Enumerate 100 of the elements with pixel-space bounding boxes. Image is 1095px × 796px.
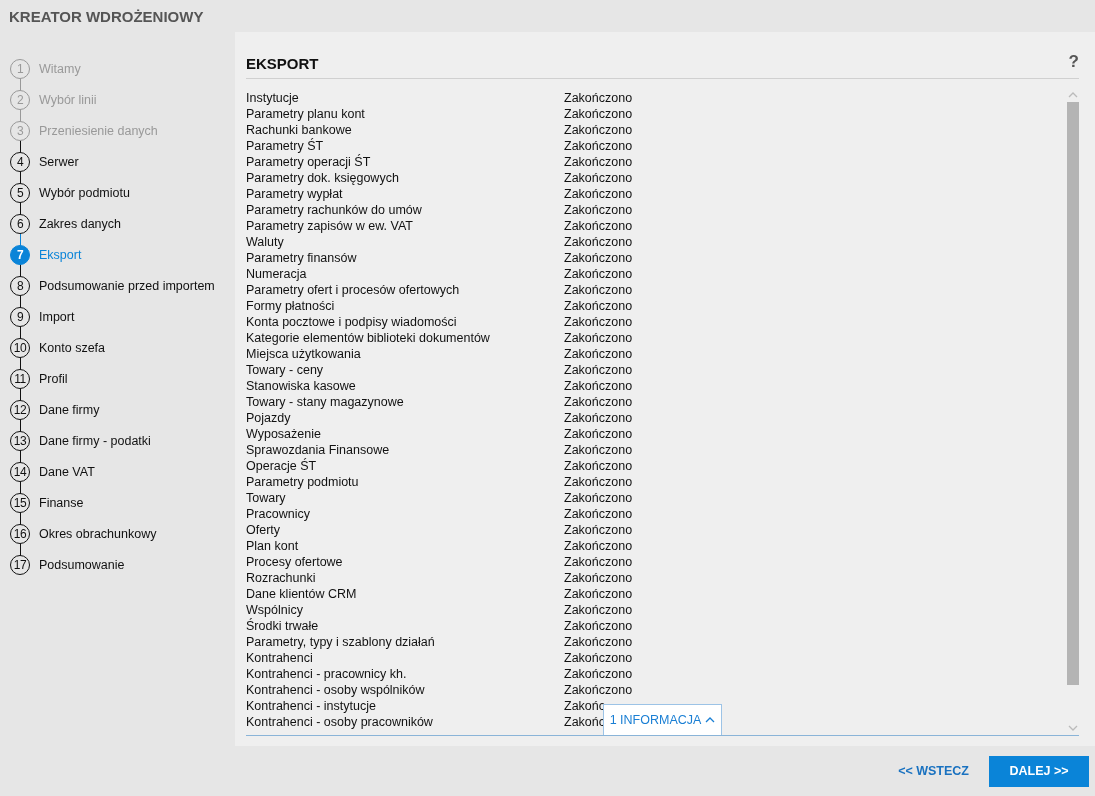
export-item-status: Zakończono bbox=[564, 395, 633, 409]
scroll-up-icon[interactable] bbox=[1068, 92, 1078, 98]
export-item-status: Zakończono bbox=[564, 475, 633, 489]
export-item-name: Parametry rachunków do umów bbox=[246, 203, 423, 217]
export-item-name: Miejsca użytkowania bbox=[246, 347, 362, 361]
export-item-name: Parametry finansów bbox=[246, 251, 358, 265]
export-item-name: Parametry dok. księgowych bbox=[246, 171, 400, 185]
export-item-status: Zakończono bbox=[564, 171, 633, 185]
step-label[interactable]: Podsumowanie przed importem bbox=[39, 278, 215, 293]
export-item-name: Środki trwałe bbox=[246, 619, 320, 633]
scroll-down-icon[interactable] bbox=[1068, 725, 1078, 731]
export-item-status: Zakończono bbox=[564, 491, 633, 505]
step-number: 9 bbox=[10, 306, 30, 327]
export-item-status: Zakończono bbox=[564, 363, 633, 377]
export-item-status: Zakończono bbox=[564, 251, 633, 265]
export-item-name: Towary - ceny bbox=[246, 363, 325, 377]
export-item-name: Towary bbox=[246, 491, 287, 505]
panel-title: EKSPORT bbox=[246, 53, 319, 72]
export-item-name: Numeracja bbox=[246, 267, 308, 281]
step-label[interactable]: Wybór podmiotu bbox=[39, 185, 130, 200]
step-number: 2 bbox=[10, 89, 30, 110]
step-label[interactable]: Konto szefa bbox=[39, 340, 105, 355]
step-number: 13 bbox=[10, 430, 30, 451]
export-item-status: Zakończono bbox=[564, 219, 633, 233]
help-button[interactable]: ? bbox=[1068, 38, 1079, 72]
step-number: 8 bbox=[10, 275, 30, 296]
export-item-status: Zakończono bbox=[564, 155, 633, 169]
step-number: 16 bbox=[10, 523, 30, 544]
step-label[interactable]: Podsumowanie bbox=[39, 557, 125, 572]
window-title: KREATOR WDROŻENIOWY bbox=[9, 7, 204, 25]
export-item-name: Parametry podmiotu bbox=[246, 475, 360, 489]
export-item-status: Zakończono bbox=[564, 555, 633, 569]
export-item-status: Zakończono bbox=[564, 459, 633, 473]
step-number: 12 bbox=[10, 399, 30, 420]
export-item-status: Zakończono bbox=[564, 443, 633, 457]
step-label[interactable]: Import bbox=[39, 309, 75, 324]
export-item-name: Procesy ofertowe bbox=[246, 555, 344, 569]
export-item-name: Parametry planu kont bbox=[246, 107, 366, 121]
step-number: 6 bbox=[10, 213, 30, 234]
step-label[interactable]: Dane firmy - podatki bbox=[39, 433, 151, 448]
export-item-name: Towary - stany magazynowe bbox=[246, 395, 405, 409]
export-item-name: Oferty bbox=[246, 523, 282, 537]
export-item-status: Zakończono bbox=[564, 283, 633, 297]
export-item-name: Parametry zapisów w ew. VAT bbox=[246, 219, 414, 233]
export-item-name: Parametry ŚT bbox=[246, 139, 325, 153]
export-item-name: Sprawozdania Finansowe bbox=[246, 443, 391, 457]
export-item-status: Zakończono bbox=[564, 187, 633, 201]
export-item-name: Konta pocztowe i podpisy wiadomości bbox=[246, 315, 458, 329]
step-label[interactable]: Finanse bbox=[39, 495, 84, 510]
next-button[interactable]: DALEJ >> bbox=[989, 755, 1089, 787]
step-number: 7 bbox=[10, 244, 30, 265]
export-item-status: Zakończono bbox=[564, 347, 633, 361]
step-number: 11 bbox=[10, 368, 30, 389]
export-item-name: Wyposażenie bbox=[246, 427, 322, 441]
info-toggle-button[interactable]: 1 INFORMACJA bbox=[603, 704, 722, 735]
export-item-status: Zakończono bbox=[564, 427, 633, 441]
export-item-status: Zakończono bbox=[564, 587, 633, 601]
export-item-status: Zakończono bbox=[564, 139, 633, 153]
step-label[interactable]: Dane VAT bbox=[39, 464, 95, 479]
export-item-name: Dane klientów CRM bbox=[246, 587, 358, 601]
export-item-name: Operacje ŚT bbox=[246, 459, 318, 473]
step-label[interactable]: Zakres danych bbox=[39, 216, 121, 231]
step-label[interactable]: Serwer bbox=[39, 154, 79, 169]
export-item-name: Parametry, typy i szablony działań bbox=[246, 635, 436, 649]
export-item-status: Zakończono bbox=[564, 667, 633, 681]
step-number: 3 bbox=[10, 120, 30, 141]
export-item-status: Zakończono bbox=[564, 619, 633, 633]
export-item-status: Zakończono bbox=[564, 331, 633, 345]
export-item-name: Kontrahenci - osoby wspólników bbox=[246, 683, 426, 697]
step-label[interactable]: Okres obrachunkowy bbox=[39, 526, 157, 541]
step-number: 5 bbox=[10, 182, 30, 203]
step-number: 17 bbox=[10, 554, 30, 575]
export-item-name: Plan kont bbox=[246, 539, 300, 553]
step-number: 1 bbox=[10, 58, 30, 79]
step-label[interactable]: Profil bbox=[39, 371, 68, 386]
caret-icon bbox=[705, 717, 716, 723]
export-item-name: Pojazdy bbox=[246, 411, 292, 425]
export-item-status: Zakończono bbox=[564, 411, 633, 425]
export-item-name: Kontrahenci - pracownicy kh. bbox=[246, 667, 408, 681]
back-button[interactable]: << WSTECZ bbox=[894, 756, 973, 786]
export-item-name: Parametry operacji ŚT bbox=[246, 155, 372, 169]
step-number: 4 bbox=[10, 151, 30, 172]
export-item-name: Parametry ofert i procesów ofertowych bbox=[246, 283, 461, 297]
export-item-name: Formy płatności bbox=[246, 299, 336, 313]
export-item-name: Kategorie elementów biblioteki dokumentów bbox=[246, 331, 491, 345]
export-item-name: Kontrahenci - osoby pracowników bbox=[246, 715, 434, 729]
export-item-status: Zakończono bbox=[564, 107, 633, 121]
export-item-name: Waluty bbox=[246, 235, 285, 249]
export-item-name: Rachunki bankowe bbox=[246, 123, 353, 137]
export-item-name: Parametry wypłat bbox=[246, 187, 344, 201]
step-number: 14 bbox=[10, 461, 30, 482]
export-item-status: Zakończono bbox=[564, 123, 633, 137]
step-label[interactable]: Dane firmy bbox=[39, 402, 100, 417]
export-item-name: Pracownicy bbox=[246, 507, 311, 521]
export-item-status: Zakończono bbox=[564, 603, 633, 617]
export-item-status: Zakończono bbox=[564, 379, 633, 393]
export-item-status: Zakończono bbox=[564, 91, 633, 105]
export-item-status: Zakończono bbox=[564, 507, 633, 521]
export-item-status: Zakońc bbox=[564, 699, 605, 713]
export-item-status: Zakończono bbox=[564, 523, 633, 537]
